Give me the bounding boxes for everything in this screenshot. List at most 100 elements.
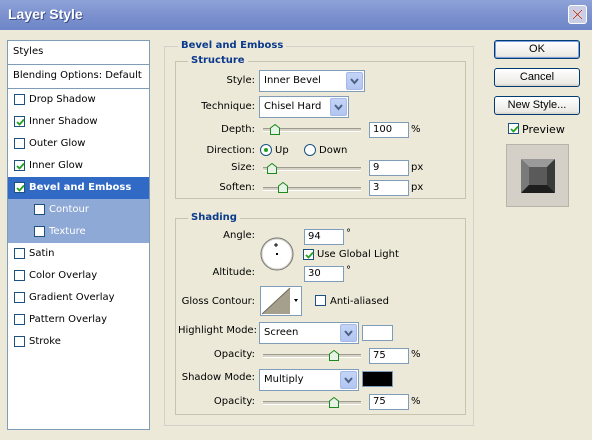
depth-input[interactable]: 100: [369, 122, 409, 138]
chevron-down-icon: [330, 98, 347, 116]
style-item-contour[interactable]: Contour: [8, 199, 149, 221]
altitude-label: Altitude:: [212, 267, 255, 278]
style-select-value: Inner Bevel: [264, 75, 321, 86]
shadow-color-swatch[interactable]: [362, 371, 393, 387]
chevron-down-icon: [340, 371, 357, 389]
shadow-opacity-thumb[interactable]: [329, 397, 339, 408]
style-checkbox[interactable]: [14, 160, 25, 171]
checkmark-icon: [16, 118, 25, 126]
size-slider[interactable]: [263, 167, 361, 171]
style-checkbox[interactable]: [14, 270, 25, 281]
technique-select-value: Chisel Hard: [264, 101, 322, 112]
style-item-label: Gradient Overlay: [29, 292, 115, 303]
style-checkbox[interactable]: [14, 248, 25, 259]
shadow-mode-select[interactable]: Multiply: [259, 369, 359, 391]
direction-down-label: Down: [319, 145, 348, 156]
cancel-button[interactable]: Cancel: [494, 68, 580, 87]
title-bar: Layer Style: [0, 0, 592, 30]
size-slider-thumb[interactable]: [266, 163, 277, 174]
preview-checkbox[interactable]: [508, 123, 519, 134]
style-item-stroke[interactable]: Stroke: [8, 331, 149, 353]
contour-curve-icon: [261, 287, 298, 315]
style-item-label: Stroke: [29, 336, 61, 347]
gloss-contour-picker[interactable]: [260, 286, 302, 316]
styles-list: Styles Blending Options: Default Drop Sh…: [7, 40, 150, 430]
style-item-texture[interactable]: Texture: [8, 221, 149, 243]
angle-input[interactable]: 94: [304, 229, 344, 245]
size-label: Size:: [231, 162, 255, 173]
style-item-label: Pattern Overlay: [29, 314, 108, 325]
shadow-opacity-slider[interactable]: [263, 401, 361, 405]
checkmark-icon: [16, 162, 25, 170]
altitude-input[interactable]: 30: [304, 266, 344, 282]
depth-label: Depth:: [221, 124, 255, 135]
style-item-bevel-and-emboss[interactable]: Bevel and Emboss: [8, 177, 149, 199]
close-button[interactable]: [568, 5, 587, 24]
style-item-gradient-overlay[interactable]: Gradient Overlay: [8, 287, 149, 309]
close-icon: [572, 9, 583, 20]
style-item-label: Inner Glow: [29, 160, 83, 171]
size-input[interactable]: 9: [369, 160, 409, 176]
style-item-label: Contour: [49, 204, 89, 215]
highlight-mode-select[interactable]: Screen: [259, 322, 359, 344]
direction-label: Direction:: [206, 145, 255, 156]
style-checkbox[interactable]: [14, 116, 25, 127]
angle-dial[interactable]: [260, 237, 294, 271]
angle-label: Angle:: [223, 230, 255, 241]
style-checkbox[interactable]: [14, 336, 25, 347]
style-checkbox[interactable]: [14, 138, 25, 149]
style-item-label: Satin: [29, 248, 55, 259]
checkmark-icon: [16, 184, 25, 192]
global-light-label: Use Global Light: [317, 249, 399, 260]
new-style-button[interactable]: New Style...: [494, 96, 580, 115]
soften-slider-thumb[interactable]: [277, 182, 288, 193]
style-item-label: Color Overlay: [29, 270, 98, 281]
style-checkbox[interactable]: [14, 292, 25, 303]
highlight-opacity-unit: %: [411, 349, 421, 360]
soften-label: Soften:: [219, 182, 255, 193]
depth-unit: %: [411, 124, 421, 135]
style-item-inner-shadow[interactable]: Inner Shadow: [8, 111, 149, 133]
style-checkbox[interactable]: [34, 226, 45, 237]
soften-input[interactable]: 3: [369, 180, 409, 196]
gloss-contour-label: Gloss Contour:: [181, 296, 255, 307]
direction-down-radio[interactable]: [304, 144, 316, 156]
style-item-outer-glow[interactable]: Outer Glow: [8, 133, 149, 155]
style-item-color-overlay[interactable]: Color Overlay: [8, 265, 149, 287]
style-label: Style:: [226, 75, 256, 86]
shading-title: Shading: [188, 212, 240, 223]
ok-button[interactable]: OK: [494, 40, 580, 59]
anti-aliased-checkbox[interactable]: [315, 295, 326, 306]
highlight-opacity-thumb[interactable]: [329, 350, 339, 361]
styles-header[interactable]: Styles: [8, 41, 149, 63]
style-item-inner-glow[interactable]: Inner Glow: [8, 155, 149, 177]
style-checkbox[interactable]: [14, 182, 25, 193]
highlight-color-swatch[interactable]: [362, 325, 393, 341]
structure-title: Structure: [188, 55, 248, 66]
chevron-down-icon: [340, 324, 357, 342]
highlight-opacity-input[interactable]: 75: [369, 348, 409, 364]
style-item-drop-shadow[interactable]: Drop Shadow: [8, 89, 149, 111]
style-item-label: Inner Shadow: [29, 116, 98, 127]
size-unit: px: [411, 162, 424, 173]
shadow-opacity-unit: %: [411, 396, 421, 407]
preview-thumbnail: [506, 144, 569, 207]
technique-select[interactable]: Chisel Hard: [259, 96, 349, 118]
styles-header-label: Styles: [13, 46, 44, 57]
depth-slider-thumb[interactable]: [270, 124, 281, 135]
style-select[interactable]: Inner Bevel: [259, 70, 365, 92]
blending-options-item[interactable]: Blending Options: Default: [8, 65, 149, 87]
global-light-checkbox[interactable]: [303, 249, 314, 260]
highlight-opacity-slider[interactable]: [263, 354, 361, 358]
window-title: Layer Style: [8, 6, 83, 22]
style-item-pattern-overlay[interactable]: Pattern Overlay: [8, 309, 149, 331]
style-item-satin[interactable]: Satin: [8, 243, 149, 265]
shadow-mode-value: Multiply: [264, 374, 304, 385]
style-checkbox[interactable]: [34, 204, 45, 215]
shadow-opacity-input[interactable]: 75: [369, 394, 409, 410]
altitude-unit: °: [346, 265, 351, 276]
direction-up-radio[interactable]: [260, 144, 272, 156]
style-item-label: Outer Glow: [29, 138, 86, 149]
style-checkbox[interactable]: [14, 94, 25, 105]
style-checkbox[interactable]: [14, 314, 25, 325]
